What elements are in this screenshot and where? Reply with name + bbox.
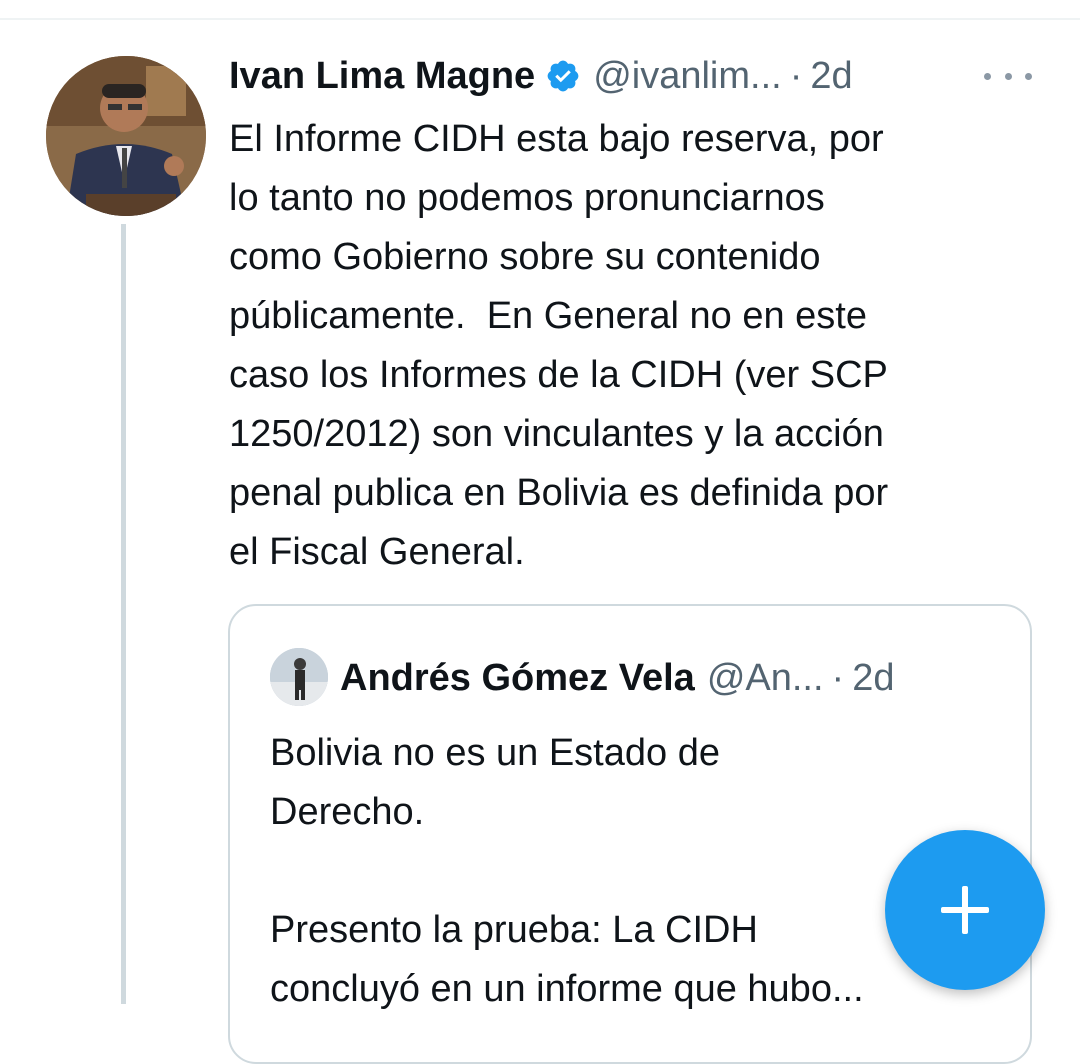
tweet-text-line: el Fiscal General. (229, 531, 525, 573)
tweet-header: Ivan Lima Magne @ivanlim... · 2d (229, 48, 853, 104)
quoted-author-name[interactable]: Andrés Gómez Vela (340, 657, 695, 700)
author-handle[interactable]: @ivanlim... (593, 55, 782, 98)
tweet-text-line: El Informe CIDH esta bajo reserva, por (229, 118, 884, 160)
tweet-text-line: públicamente. En General no en este (229, 295, 867, 337)
quoted-tweet-header: Andrés Gómez Vela @An... · 2d (340, 650, 894, 706)
tweet-text-line: como Gobierno sobre su contenido (229, 236, 821, 278)
separator-dot: · (789, 54, 803, 97)
quoted-text-line: concluyó en un informe que hubo... (270, 968, 864, 1010)
tweet-text-line: caso los Informes de la CIDH (ver SCP (229, 354, 888, 396)
more-dot (1004, 72, 1012, 80)
tweet-text-line: lo tanto no podemos pronunciarnos (229, 177, 825, 219)
quoted-tweet-card[interactable]: Andrés Gómez Vela @An... · 2d Bolivia no… (228, 604, 1032, 1064)
quoted-author-handle[interactable]: @An... (707, 657, 824, 700)
tweet-text-line: 1250/2012) son vinculantes y la acción (229, 413, 884, 455)
thread-line (121, 224, 126, 1004)
top-divider (0, 18, 1080, 20)
more-dot (1025, 72, 1032, 80)
tweet-time[interactable]: 2d (810, 55, 852, 98)
more-options-icon[interactable] (984, 66, 1032, 86)
separator-dot: · (831, 656, 845, 699)
tweet-text: El Informe CIDH esta bajo reserva, por l… (229, 110, 1049, 582)
quoted-text-line: Bolivia no es un Estado de (270, 732, 720, 774)
more-dot (984, 72, 991, 80)
tweet-text-line: penal publica en Bolivia es definida por (229, 472, 889, 514)
compose-tweet-button[interactable] (885, 830, 1045, 990)
quoted-text-line: Derecho. (270, 791, 425, 833)
author-name[interactable]: Ivan Lima Magne (229, 55, 535, 98)
quoted-tweet-time[interactable]: 2d (852, 657, 894, 700)
quoted-author-avatar[interactable] (270, 648, 328, 706)
verified-badge-icon (545, 58, 581, 94)
author-avatar[interactable] (46, 56, 206, 216)
plus-icon (941, 886, 989, 934)
